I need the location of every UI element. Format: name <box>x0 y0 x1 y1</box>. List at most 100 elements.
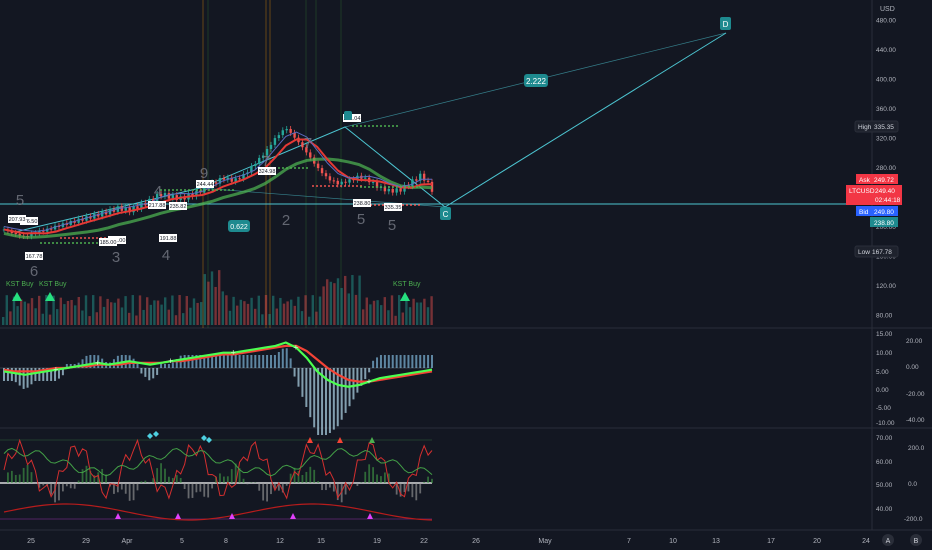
rsi-bar <box>211 483 214 489</box>
auto-scale-button[interactable]: A <box>882 534 894 546</box>
svg-text:50.00: 50.00 <box>876 482 893 489</box>
volume-bar <box>84 295 88 325</box>
rsi-bar <box>22 467 25 483</box>
volume-bar <box>59 297 62 325</box>
histogram-bar <box>317 368 320 435</box>
wave-label: 6 <box>30 263 38 280</box>
volume-bar <box>167 309 170 325</box>
rsi-bar <box>356 483 359 486</box>
buy-signal-label: KST Buy <box>6 281 34 288</box>
rsi-bar <box>164 468 166 483</box>
volume-bar <box>63 304 66 325</box>
volume-bar <box>174 315 178 325</box>
rsi-bar <box>364 471 367 483</box>
time-tick-label: 13 <box>712 538 720 545</box>
price-tag-label: 244.44 <box>197 182 214 188</box>
rsi-bar <box>309 466 312 483</box>
rsi-bar <box>270 483 272 495</box>
volume-bar <box>77 296 80 325</box>
histogram-bar <box>222 355 225 368</box>
histogram-bar <box>411 355 414 368</box>
wave-label: 9 <box>200 165 208 182</box>
volume-bar <box>117 298 120 325</box>
volume-bar <box>99 296 102 325</box>
histogram-bar <box>246 355 249 368</box>
volume-bar <box>250 297 253 325</box>
rsi-bar <box>427 476 429 483</box>
wave-label: 4 <box>162 247 170 264</box>
svg-text:335.35: 335.35 <box>874 124 894 131</box>
volume-bar <box>41 313 44 325</box>
volume-bar <box>261 314 264 325</box>
volume-bar <box>207 281 210 325</box>
price-tag-label: 207.93 <box>9 217 26 223</box>
rsi-bar <box>242 478 245 483</box>
rsi-bar <box>179 478 182 483</box>
volume-bar <box>329 281 332 325</box>
volume-bar <box>124 296 127 325</box>
candle-body <box>332 180 336 182</box>
trading-chart[interactable]: 244.44235.82217.88201.00185.00176.50167.… <box>0 0 932 550</box>
histogram-bar <box>293 368 296 377</box>
rsi-bar <box>230 469 233 483</box>
rsi-bar <box>73 483 76 489</box>
svg-text:LTCUSD: LTCUSD <box>849 188 875 195</box>
histogram-bar <box>391 355 394 368</box>
volume-bar <box>340 288 343 325</box>
pattern-point-d[interactable]: D <box>720 17 731 30</box>
volume-bar <box>92 295 95 325</box>
rsi-bar <box>183 483 186 490</box>
wave-label: 4 <box>154 183 162 200</box>
time-tick-label: 15 <box>317 538 325 545</box>
rsi-bar <box>144 480 147 483</box>
volume-bar <box>171 295 174 325</box>
volume-bar <box>275 308 278 325</box>
candle-body <box>238 178 241 180</box>
pattern-ratio-label[interactable]: 2.222 <box>524 74 548 87</box>
volume-bar <box>290 299 293 325</box>
volume-bar <box>146 297 149 325</box>
log-scale-button[interactable]: B <box>910 534 922 546</box>
volume-bar <box>326 279 329 325</box>
rsi-bar <box>407 483 410 492</box>
histogram-bar <box>352 368 355 400</box>
rsi-bar <box>329 483 331 488</box>
histogram-bar <box>226 355 229 368</box>
svg-text:0.622: 0.622 <box>230 224 248 231</box>
chart-background <box>0 0 932 550</box>
candle-body <box>167 193 171 199</box>
pattern-point-c[interactable]: C <box>440 207 451 220</box>
time-tick-label: 29 <box>82 538 90 545</box>
histogram-bar <box>423 355 426 368</box>
svg-text:200.0: 200.0 <box>908 445 925 452</box>
last-price-tag: LTCUSD 249.40 02:44:18 <box>846 185 902 205</box>
histogram-bar <box>148 368 151 381</box>
svg-text:-40.00: -40.00 <box>906 417 925 424</box>
time-tick-label: 8 <box>224 538 228 545</box>
volume-bar <box>74 305 77 325</box>
histogram-bar <box>215 355 218 368</box>
svg-text:-5.00: -5.00 <box>876 405 891 412</box>
rsi-bar <box>383 472 386 483</box>
volume-bar <box>120 307 124 325</box>
candle-body <box>344 181 347 183</box>
rsi-bar <box>85 465 88 483</box>
histogram-bar <box>163 364 166 368</box>
candle-body <box>415 179 418 181</box>
svg-text:B: B <box>914 538 919 545</box>
volume-bar <box>390 295 394 325</box>
pattern-ratio-label[interactable]: 0.622 <box>228 220 250 232</box>
volume-bar <box>416 302 419 325</box>
volume-bar <box>232 296 235 325</box>
volume-bar <box>387 310 390 325</box>
price-tick-label: 400.00 <box>876 77 896 84</box>
volume-bar <box>362 309 365 325</box>
volume-bar <box>131 295 134 325</box>
candle-body <box>258 157 261 165</box>
volume-bar <box>372 300 376 325</box>
cross-marker: + <box>231 348 236 358</box>
buy-signal-label: KST Buy <box>393 281 421 288</box>
wave-label: 3 <box>112 249 120 266</box>
rsi-bar <box>50 483 53 495</box>
time-tick-label: 10 <box>669 538 677 545</box>
